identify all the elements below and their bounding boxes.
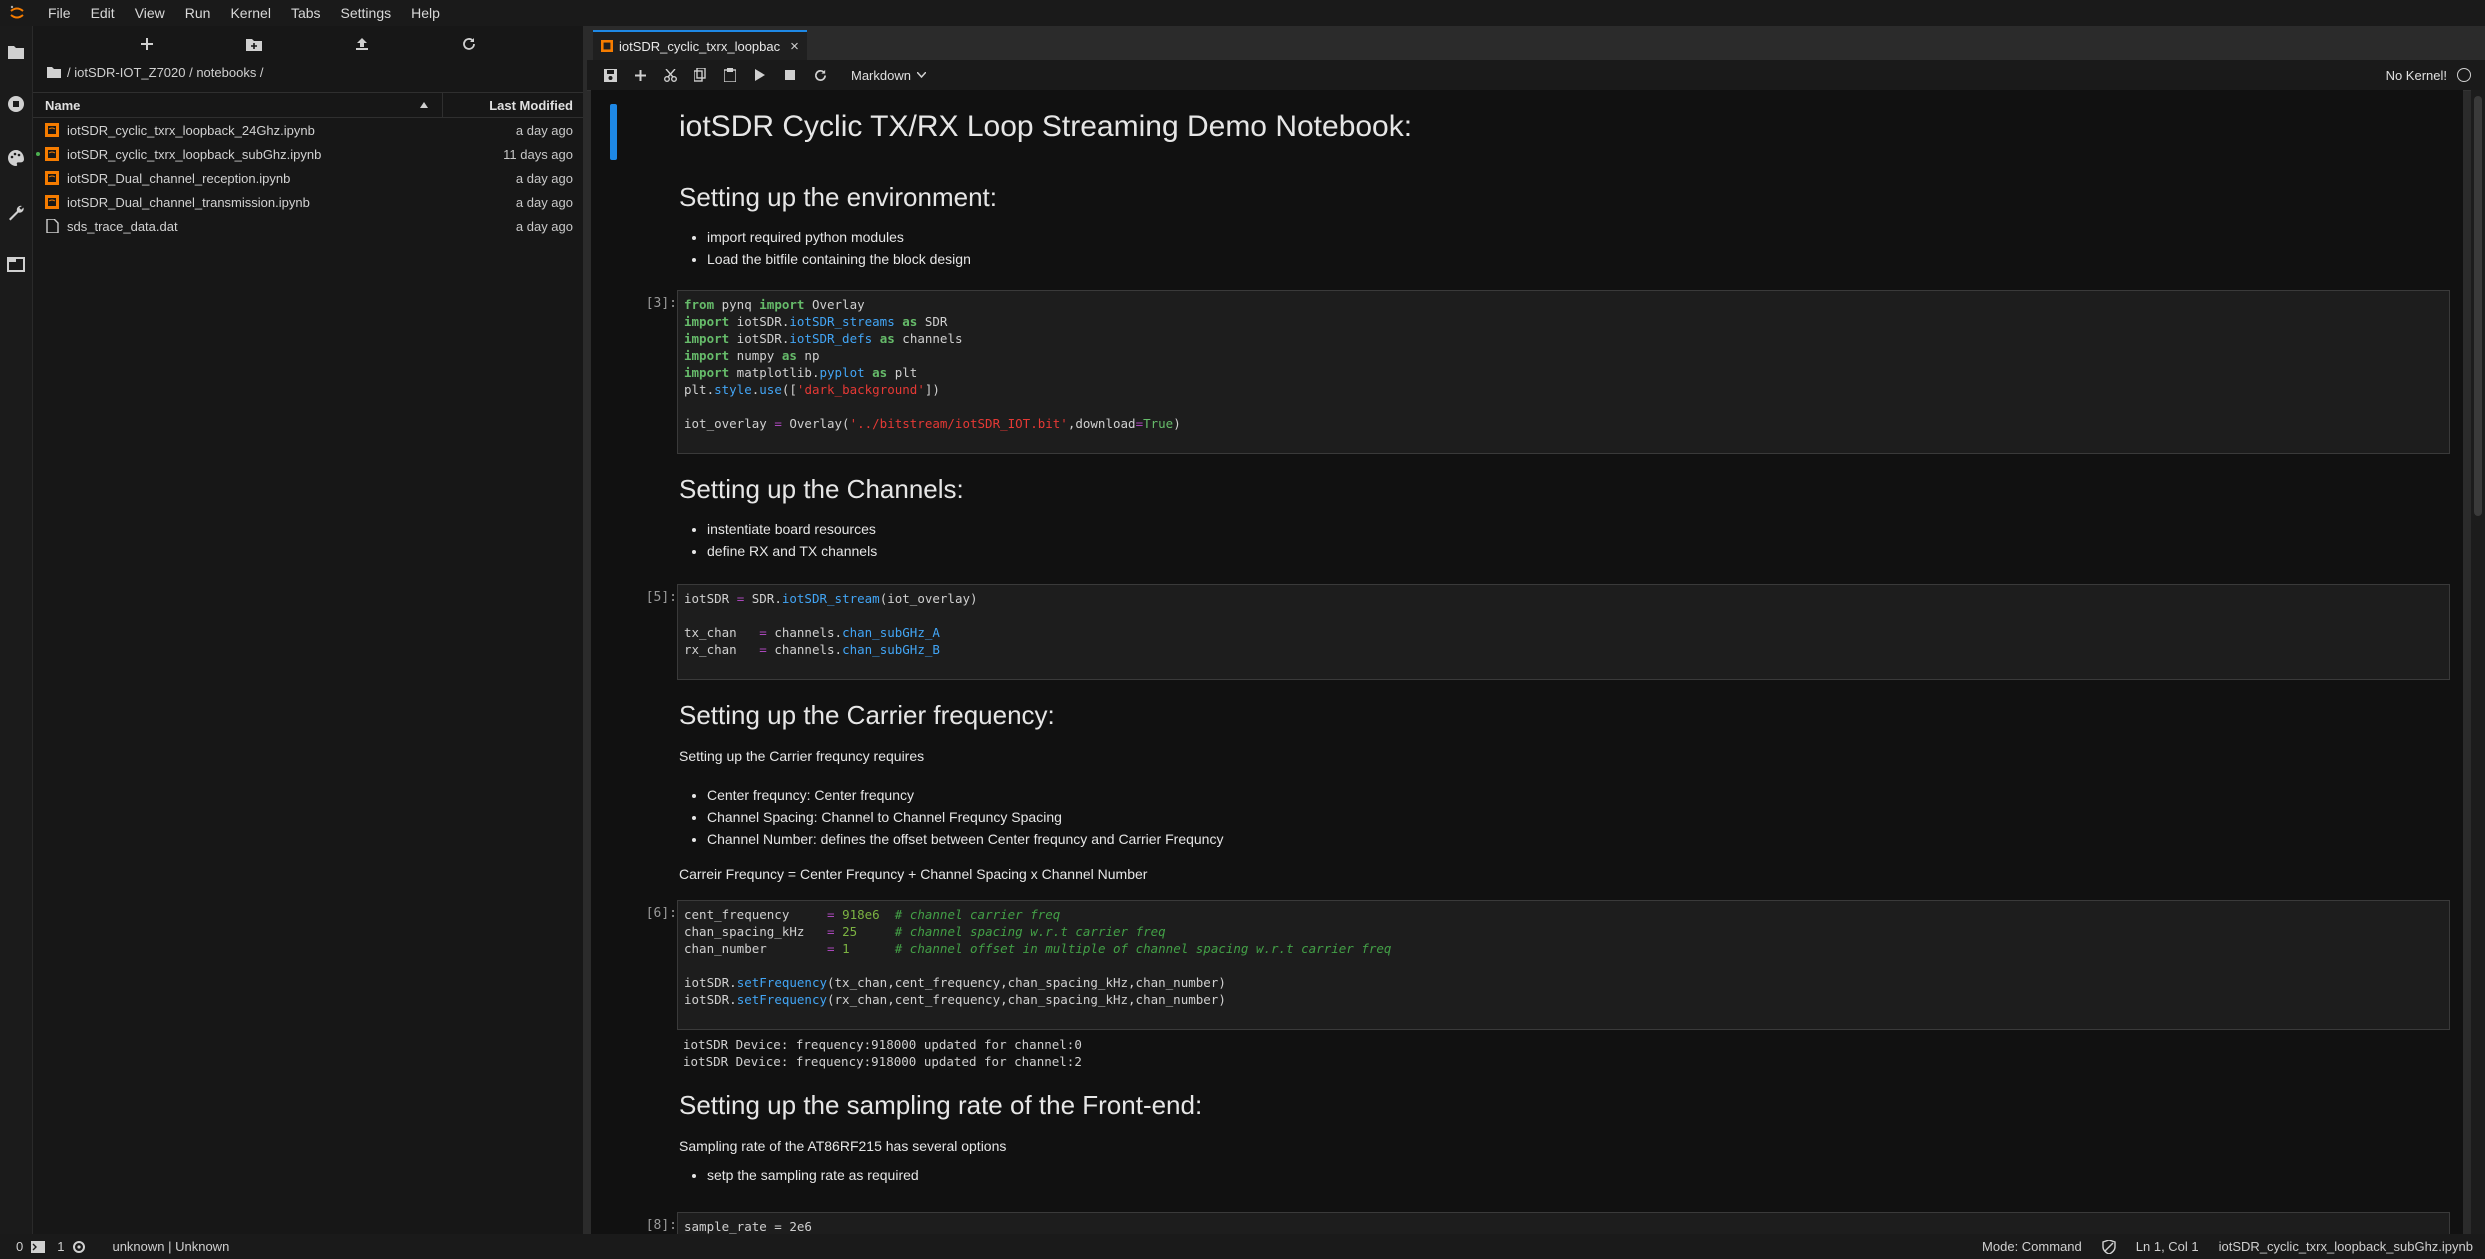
wrench-icon[interactable] [6,202,26,222]
cell-type-select[interactable]: Markdown [851,68,926,83]
kernel-name[interactable]: No Kernel! [2386,68,2447,83]
freq-bullet-list: Center frequncy: Center frequncy Channel… [679,784,1223,850]
code-cell[interactable]: iotSDR = SDR.iotSDR_stream(iot_overlay) … [677,584,2450,680]
copy-icon[interactable] [687,63,713,87]
run-icon[interactable] [747,63,773,87]
add-cell-icon[interactable] [627,63,653,87]
active-cell-indicator [610,104,617,160]
freq-intro: Setting up the Carrier frequncy requires [679,748,925,764]
close-icon[interactable]: × [790,38,799,55]
notebook-panel: iotSDR_cyclic_txrx_loopbac × Markdown No… [587,26,2485,1234]
cell-prompt: [5]: [645,590,677,605]
menu-bar: File Edit View Run Kernel Tabs Settings … [0,0,2485,26]
column-modified-header[interactable]: Last Modified [443,98,583,113]
code-cell[interactable]: cent_frequency = 918e6 # channel carrier… [677,900,2450,1030]
mode-indicator: Mode: Command [1982,1239,2082,1254]
cell-prompt: [3]: [645,296,677,311]
folder-icon[interactable] [6,42,26,62]
heading-sampling-rate: Setting up the sampling rate of the Fron… [679,1090,1203,1120]
gear-icon [73,1240,86,1253]
notebook-scrollbar[interactable] [2471,90,2485,1234]
new-launcher-icon[interactable] [136,33,158,55]
new-folder-icon[interactable] [243,33,265,55]
stop-icon[interactable] [777,63,803,87]
tab-bar: iotSDR_cyclic_txrx_loopbac × [587,26,2485,60]
heading-environment: Setting up the environment: [679,182,997,212]
generic-file-icon [46,219,59,233]
notebook-file-icon [45,147,59,161]
breadcrumb-path[interactable]: / iotSDR-IOT_Z7020 / notebooks / [67,65,264,80]
menu-help[interactable]: Help [401,0,450,26]
file-row[interactable]: iotSDR_cyclic_txrx_loopback_subGhz.ipynb… [33,142,583,166]
palette-icon[interactable] [6,148,26,168]
save-icon[interactable] [597,63,623,87]
heading-channels: Setting up the Channels: [679,474,964,504]
jupyter-logo-icon [6,2,28,24]
menu-settings[interactable]: Settings [331,0,402,26]
file-row[interactable]: iotSDR_Dual_channel_transmission.ipynb a… [33,190,583,214]
kernel-count[interactable]: 1 [57,1239,64,1254]
code-cell[interactable]: from pynq import Overlay import iotSDR.i… [677,290,2450,454]
notebook-title: iotSDR Cyclic TX/RX Loop Streaming Demo … [679,110,1413,143]
paste-icon[interactable] [717,63,743,87]
notebook-file-icon [45,195,59,209]
heading-carrier-frequency: Setting up the Carrier frequency: [679,700,1055,730]
sort-caret-icon [420,102,428,108]
kernel-status-icon [2457,68,2471,82]
terminal-icon [31,1240,46,1253]
menu-tabs[interactable]: Tabs [281,0,331,26]
upload-icon[interactable] [351,33,373,55]
tabs-icon[interactable] [6,254,26,274]
scrollbar-thumb[interactable] [2474,96,2482,516]
menu-view[interactable]: View [125,0,175,26]
file-row[interactable]: iotSDR_Dual_channel_reception.ipynb a da… [33,166,583,190]
trusted-shield-icon[interactable] [2102,1239,2116,1254]
restart-icon[interactable] [807,63,833,87]
terminal-count[interactable]: 0 [16,1239,23,1254]
menu-edit[interactable]: Edit [81,0,125,26]
tab-notebook[interactable]: iotSDR_cyclic_txrx_loopbac × [593,30,807,60]
cell-prompt: [6]: [645,906,677,921]
cursor-position[interactable]: Ln 1, Col 1 [2136,1239,2199,1254]
freq-formula: Carreir Frequncy = Center Frequncy + Cha… [679,866,1148,882]
file-row[interactable]: sds_trace_data.dat a day ago [33,214,583,238]
refresh-icon[interactable] [458,33,480,55]
column-name-header[interactable]: Name [33,93,443,117]
file-browser: / iotSDR-IOT_Z7020 / notebooks / Name La… [33,26,587,1234]
notebook-file-icon [601,40,613,52]
notebook-file-icon [45,171,59,185]
kernel-info[interactable]: unknown | Unknown [112,1239,229,1254]
breadcrumb[interactable]: / iotSDR-IOT_Z7020 / notebooks / [33,62,583,82]
notebook-file-icon [45,123,59,137]
code-cell[interactable]: sample_rate = 2e6 [677,1212,2450,1234]
env-bullet-list: import required python modules Load the … [679,226,971,270]
cell-output: iotSDR Device: frequency:918000 updated … [683,1037,1082,1069]
status-filename: iotSDR_cyclic_txrx_loopback_subGhz.ipynb [2218,1239,2473,1254]
chevron-down-icon [916,72,926,78]
cut-icon[interactable] [657,63,683,87]
running-indicator [36,152,40,156]
rate-intro: Sampling rate of the AT86RF215 has sever… [679,1138,1007,1154]
activity-bar [0,26,33,1234]
folder-icon [47,67,61,78]
notebook-content: iotSDR Cyclic TX/RX Loop Streaming Demo … [591,90,2463,1234]
rate-bullet-list: setp the sampling rate as required [679,1164,919,1186]
file-row[interactable]: iotSDR_cyclic_txrx_loopback_24Ghz.ipynb … [33,118,583,142]
menu-run[interactable]: Run [175,0,221,26]
menu-kernel[interactable]: Kernel [220,0,280,26]
menu-file[interactable]: File [38,0,81,26]
running-kernels-icon[interactable] [6,94,26,114]
status-bar: 0 1 unknown | Unknown Mode: Command Ln 1… [0,1234,2485,1259]
chan-bullet-list: instentiate board resources define RX an… [679,518,877,562]
file-browser-toolbar [33,26,583,62]
notebook-toolbar: Markdown No Kernel! [587,60,2485,91]
cell-prompt: [8]: [645,1218,677,1233]
file-list-header: Name Last Modified [33,92,583,118]
